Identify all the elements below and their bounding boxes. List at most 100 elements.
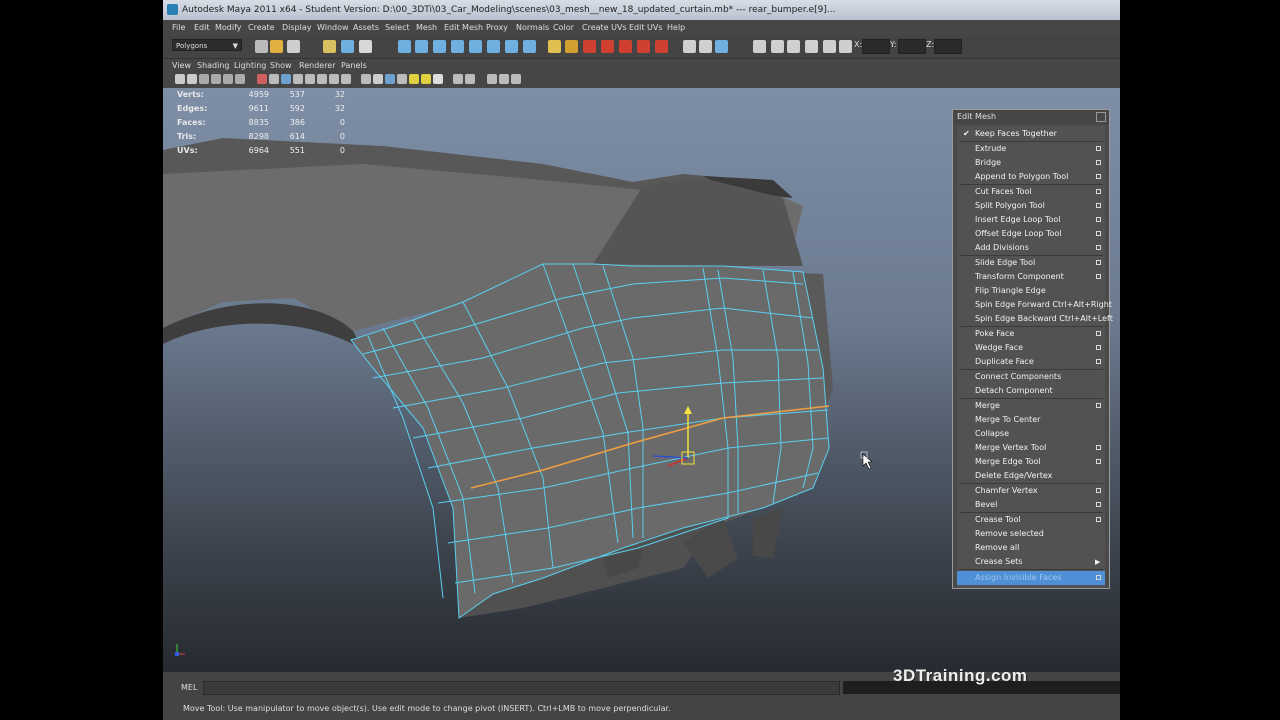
option-box-icon[interactable] bbox=[1096, 331, 1101, 336]
menu-assets[interactable]: Assets bbox=[353, 20, 379, 36]
menu-item-delete-edge-vertex[interactable]: Delete Edge/Vertex bbox=[957, 469, 1105, 483]
option-box-icon[interactable] bbox=[1096, 575, 1101, 580]
2d-pan-icon[interactable] bbox=[223, 74, 233, 84]
lock-icon[interactable] bbox=[548, 40, 561, 53]
menu-item-wedge-face[interactable]: Wedge Face bbox=[957, 341, 1105, 355]
menu-item-spin-edge-backward-ctrl-alt-left[interactable]: Spin Edge Backward Ctrl+Alt+Left bbox=[957, 312, 1113, 326]
smooth-shade-icon[interactable] bbox=[373, 74, 383, 84]
panel-menu-renderer[interactable]: Renderer bbox=[299, 59, 336, 72]
snap-plane-icon[interactable] bbox=[451, 40, 464, 53]
option-box-icon[interactable] bbox=[1096, 189, 1101, 194]
shadows-icon[interactable] bbox=[421, 74, 431, 84]
image-plane-icon[interactable] bbox=[211, 74, 221, 84]
menu-color[interactable]: Color bbox=[553, 20, 574, 36]
menu-normals[interactable]: Normals bbox=[516, 20, 549, 36]
menu-file[interactable]: File bbox=[172, 20, 185, 36]
snap-help-icon[interactable] bbox=[523, 40, 536, 53]
bookmark-icon[interactable] bbox=[199, 74, 209, 84]
menu-item-duplicate-face[interactable]: Duplicate Face bbox=[957, 355, 1105, 369]
menu-item-append-to-polygon-tool[interactable]: Append to Polygon Tool bbox=[957, 170, 1105, 184]
menu-create[interactable]: Create bbox=[248, 20, 275, 36]
select-component-icon[interactable] bbox=[359, 40, 372, 53]
option-box-icon[interactable] bbox=[1096, 160, 1101, 165]
menu-set-selector[interactable]: Polygons ▼ bbox=[172, 39, 242, 51]
menu-item-add-divisions[interactable]: Add Divisions bbox=[957, 241, 1105, 255]
textured-icon[interactable] bbox=[397, 74, 407, 84]
menu-item-crease-tool[interactable]: Crease Tool bbox=[957, 513, 1105, 527]
camera-attributes-icon[interactable] bbox=[187, 74, 197, 84]
safe-action-icon[interactable] bbox=[305, 74, 315, 84]
panel-layout-icon[interactable] bbox=[511, 74, 521, 84]
menu-select[interactable]: Select bbox=[385, 20, 410, 36]
menu-item-merge-edge-tool[interactable]: Merge Edge Tool bbox=[957, 455, 1105, 469]
render-settings-icon[interactable] bbox=[637, 40, 650, 53]
menu-item-cut-faces-tool[interactable]: Cut Faces Tool bbox=[957, 185, 1105, 199]
panel-menu-lighting[interactable]: Lighting bbox=[234, 59, 266, 72]
menu-create-uvs[interactable]: Create UVs bbox=[582, 20, 627, 36]
select-hierarchy-icon[interactable] bbox=[323, 40, 336, 53]
menu-display[interactable]: Display bbox=[282, 20, 312, 36]
option-box-icon[interactable] bbox=[1096, 502, 1101, 507]
channel-box-icon[interactable] bbox=[715, 40, 728, 53]
grid-toggle-icon[interactable] bbox=[329, 74, 339, 84]
field-chart-icon[interactable] bbox=[293, 74, 303, 84]
menu-item-transform-component[interactable]: Transform Component bbox=[957, 270, 1105, 284]
menu-item-remove-selected[interactable]: Remove selected bbox=[957, 527, 1105, 541]
menu-item-split-polygon-tool[interactable]: Split Polygon Tool bbox=[957, 199, 1105, 213]
menu-item-keep-faces-together[interactable]: ✔ Keep Faces Together bbox=[957, 127, 1105, 141]
menu-proxy[interactable]: Proxy bbox=[486, 20, 508, 36]
menu-item-merge[interactable]: Merge bbox=[957, 399, 1105, 413]
option-box-icon[interactable] bbox=[1096, 488, 1101, 493]
menu-item-insert-edge-loop-tool[interactable]: Insert Edge Loop Tool bbox=[957, 213, 1105, 227]
panel-menu-show[interactable]: Show bbox=[270, 59, 292, 72]
menu-mesh[interactable]: Mesh bbox=[416, 20, 437, 36]
menu-item-crease-sets[interactable]: Crease Sets ▶ bbox=[957, 555, 1105, 569]
camera-icon[interactable] bbox=[753, 40, 766, 53]
option-box-icon[interactable] bbox=[1096, 274, 1101, 279]
hypershade-icon[interactable] bbox=[655, 40, 668, 53]
menu-item-chamfer-vertex[interactable]: Chamfer Vertex bbox=[957, 484, 1105, 498]
x-coordinate-input[interactable] bbox=[862, 39, 890, 54]
ipr-render-icon[interactable] bbox=[619, 40, 632, 53]
menu-edit-uvs[interactable]: Edit UVs bbox=[629, 20, 663, 36]
grid-icon[interactable] bbox=[787, 40, 800, 53]
menu-item-merge-to-center[interactable]: Merge To Center bbox=[957, 413, 1105, 427]
option-box-icon[interactable] bbox=[1096, 517, 1101, 522]
history-icon[interactable] bbox=[583, 40, 596, 53]
option-box-icon[interactable] bbox=[1096, 174, 1101, 179]
numeric-input-icon[interactable] bbox=[839, 40, 852, 53]
resolution-gate-icon[interactable] bbox=[269, 74, 279, 84]
menu-window[interactable]: Window bbox=[317, 20, 349, 36]
menu-item-collapse[interactable]: Collapse bbox=[957, 427, 1105, 441]
option-box-icon[interactable] bbox=[1096, 459, 1101, 464]
wireframe-icon[interactable] bbox=[361, 74, 371, 84]
xray-icon[interactable] bbox=[465, 74, 475, 84]
render-icon[interactable] bbox=[601, 40, 614, 53]
select-object-icon[interactable] bbox=[341, 40, 354, 53]
menu-item-spin-edge-forward-ctrl-alt-right[interactable]: Spin Edge Forward Ctrl+Alt+Right bbox=[957, 298, 1112, 312]
z-coordinate-input[interactable] bbox=[934, 39, 962, 54]
menu-item-poke-face[interactable]: Poke Face bbox=[957, 327, 1105, 341]
command-input[interactable] bbox=[203, 681, 840, 695]
option-box-icon[interactable] bbox=[1096, 359, 1101, 364]
input-ops-icon[interactable] bbox=[565, 40, 578, 53]
menu-item-flip-triangle-edge[interactable]: Flip Triangle Edge bbox=[957, 284, 1105, 298]
select-camera-icon[interactable] bbox=[175, 74, 185, 84]
snap-view-icon[interactable] bbox=[505, 40, 518, 53]
option-box-icon[interactable] bbox=[1096, 345, 1101, 350]
menu-help[interactable]: Help bbox=[667, 20, 685, 36]
snap-grid-icon[interactable] bbox=[398, 40, 411, 53]
menu-item-remove-all[interactable]: Remove all bbox=[957, 541, 1105, 555]
option-box-icon[interactable] bbox=[1096, 260, 1101, 265]
isolate-select-icon[interactable] bbox=[453, 74, 463, 84]
grease-pencil-icon[interactable] bbox=[235, 74, 245, 84]
safe-title-icon[interactable] bbox=[317, 74, 327, 84]
menu-item-merge-vertex-tool[interactable]: Merge Vertex Tool bbox=[957, 441, 1105, 455]
snap-curve-icon[interactable] bbox=[415, 40, 428, 53]
panel-menu-view[interactable]: View bbox=[172, 59, 191, 72]
menu-item-slide-edge-tool[interactable]: Slide Edge Tool bbox=[957, 256, 1105, 270]
option-box-icon[interactable] bbox=[1096, 445, 1101, 450]
option-box-icon[interactable] bbox=[1096, 203, 1101, 208]
menu-item-offset-edge-loop-tool[interactable]: Offset Edge Loop Tool bbox=[957, 227, 1105, 241]
gate-mask-icon[interactable] bbox=[281, 74, 291, 84]
